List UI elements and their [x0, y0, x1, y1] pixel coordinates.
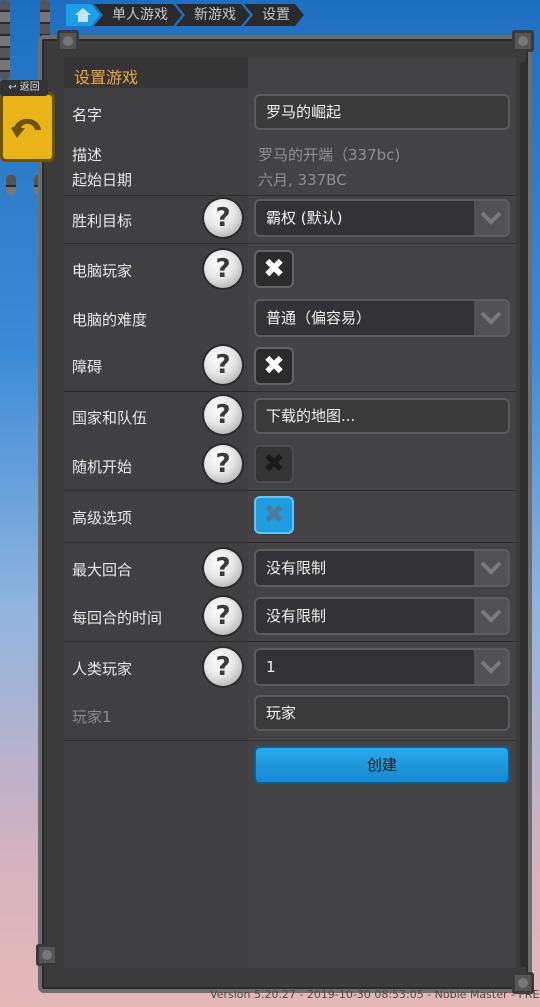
help-icon[interactable]: ? [204, 648, 242, 686]
chevron-down-icon [474, 599, 508, 633]
section-title: 设置游戏 [74, 68, 139, 87]
help-icon[interactable]: ? [204, 396, 242, 434]
back-button[interactable]: ↩ 返回 [0, 80, 57, 180]
random-start-checkbox[interactable]: ✖ [254, 445, 294, 483]
ai-difficulty-value: 普通（偏容易） [266, 309, 372, 327]
create-button[interactable]: 创建 [254, 746, 510, 784]
divider [64, 391, 516, 392]
advanced-options-label: 高级选项 [72, 509, 133, 527]
version-text: Version 5.20.27 - 2019-10-30 08:53:05 - … [210, 988, 540, 1001]
help-icon[interactable]: ? [204, 445, 242, 483]
turn-time-value: 没有限制 [266, 607, 327, 625]
divider [64, 195, 516, 196]
breadcrumb-settings[interactable]: 设置 [244, 4, 304, 26]
obstacles-label: 障碍 [72, 358, 103, 376]
scrollbar[interactable] [520, 62, 528, 967]
ai-difficulty-dropdown[interactable]: 普通（偏容易） [254, 299, 510, 337]
help-icon[interactable]: ? [204, 346, 242, 384]
name-label: 名字 [72, 106, 103, 124]
breadcrumb: 单人游戏 新游戏 设置 [66, 3, 298, 27]
panel-bolt [36, 944, 58, 966]
divider [64, 542, 516, 543]
panel-bolt [57, 30, 79, 52]
help-icon[interactable]: ? [204, 597, 242, 635]
ai-player-checkbox[interactable]: ✖ [254, 250, 294, 288]
help-icon[interactable]: ? [204, 549, 242, 587]
back-label-text: 返回 [19, 82, 40, 93]
max-turns-dropdown[interactable]: 没有限制 [254, 549, 510, 587]
victory-goal-value: 霸权 (默认) [266, 209, 343, 227]
start-date-value: 六月, 337BC [258, 171, 347, 189]
turn-time-dropdown[interactable]: 没有限制 [254, 597, 510, 635]
turn-time-label: 每回合的时间 [72, 609, 163, 627]
max-turns-value: 没有限制 [266, 559, 327, 577]
breadcrumb-singleplayer[interactable]: 单人游戏 [94, 4, 182, 26]
back-arrow-icon [10, 118, 41, 138]
home-icon [74, 7, 92, 23]
random-start-label: 随机开始 [72, 458, 133, 476]
divider [64, 740, 516, 741]
panel-bolt [512, 30, 534, 52]
divider [64, 243, 516, 244]
chevron-down-icon [474, 650, 508, 684]
name-input[interactable]: 罗马的崛起 [254, 94, 510, 130]
description-label: 描述 [72, 146, 103, 164]
player1-input[interactable]: 玩家 [254, 695, 510, 731]
ai-difficulty-label: 电脑的难度 [72, 311, 148, 329]
divider [64, 490, 516, 491]
chevron-down-icon [474, 301, 508, 335]
advanced-options-checkbox[interactable]: ✖ [254, 496, 294, 534]
breadcrumb-home[interactable] [66, 4, 100, 26]
chevron-down-icon [474, 201, 508, 235]
human-players-label: 人类玩家 [72, 660, 133, 678]
help-icon[interactable]: ? [204, 250, 242, 288]
ai-player-label: 电脑玩家 [72, 262, 133, 280]
chevron-down-icon [474, 551, 508, 585]
human-players-value: 1 [266, 658, 276, 676]
player1-label: 玩家1 [72, 708, 112, 726]
help-icon[interactable]: ? [204, 199, 242, 237]
nations-teams-button[interactable]: 下载的地图... [254, 398, 510, 434]
breadcrumb-new-game[interactable]: 新游戏 [176, 4, 250, 26]
back-button-plate [0, 92, 55, 162]
victory-goal-dropdown[interactable]: 霸权 (默认) [254, 199, 510, 237]
obstacles-checkbox[interactable]: ✖ [254, 347, 294, 385]
description-value: 罗马的开端（337bc) [258, 146, 401, 164]
nations-teams-label: 国家和队伍 [72, 409, 148, 427]
divider [64, 641, 516, 642]
chain-decoration [0, 0, 10, 80]
back-button-label: ↩ 返回 [0, 80, 48, 96]
human-players-dropdown[interactable]: 1 [254, 648, 510, 686]
victory-goal-label: 胜利目标 [72, 212, 133, 230]
start-date-label: 起始日期 [72, 171, 133, 189]
max-turns-label: 最大回合 [72, 561, 133, 579]
